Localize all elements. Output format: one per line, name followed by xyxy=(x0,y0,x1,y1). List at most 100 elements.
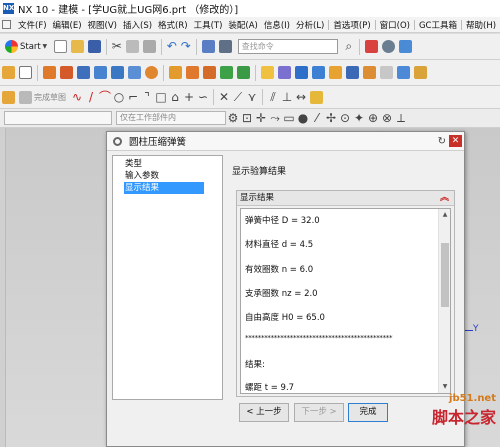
geometric-constraint-icon[interactable]: ⊥ xyxy=(280,90,294,104)
line-icon[interactable]: / xyxy=(84,90,98,104)
arc-icon[interactable]: ⌒ xyxy=(98,90,112,104)
draft-icon[interactable] xyxy=(278,66,291,79)
intersection-icon[interactable]: ✦ xyxy=(352,111,366,125)
selection-filter-icon[interactable] xyxy=(364,40,378,53)
offset-curve-icon[interactable]: ⫽ xyxy=(266,90,280,104)
reset-icon[interactable]: ↻ xyxy=(438,136,446,147)
layer-icon[interactable] xyxy=(201,40,215,53)
search-icon[interactable]: ⌕ xyxy=(342,40,356,53)
measure-icon[interactable] xyxy=(380,66,393,79)
fillet-icon[interactable]: ⌐ xyxy=(126,90,140,104)
mid-point-icon[interactable]: ✢ xyxy=(324,111,338,125)
cone-icon[interactable] xyxy=(128,66,141,79)
cut-icon[interactable]: ✂ xyxy=(110,40,124,53)
boolean-icon[interactable] xyxy=(186,66,199,79)
view-orientation-icon[interactable] xyxy=(398,40,412,53)
open-folder-icon[interactable] xyxy=(70,40,84,53)
tangent-icon[interactable]: ⟂ xyxy=(394,111,408,125)
menu-insert[interactable]: 插入(S) xyxy=(120,19,155,31)
sketch-task-icon[interactable] xyxy=(2,90,15,104)
copy-icon[interactable] xyxy=(125,40,139,53)
more-features-icon[interactable] xyxy=(414,66,427,79)
extrude-icon[interactable] xyxy=(43,66,56,79)
mirror-icon[interactable] xyxy=(363,66,376,79)
hole-icon[interactable] xyxy=(77,66,90,79)
new-file-icon[interactable] xyxy=(53,40,67,53)
profile-icon[interactable]: ∿ xyxy=(70,90,84,104)
rectangle-icon[interactable]: □ xyxy=(154,90,168,104)
command-finder-icon[interactable] xyxy=(218,40,232,53)
search-input[interactable]: 查找命令 xyxy=(237,39,338,54)
revolve-icon[interactable] xyxy=(60,66,73,79)
finish-sketch-icon[interactable] xyxy=(19,90,32,104)
tree-item-show-results[interactable]: 显示结果 xyxy=(124,182,204,194)
menu-window[interactable]: 窗口(O) xyxy=(377,19,413,31)
menu-help[interactable]: 帮助(H) xyxy=(463,19,499,31)
tree-item-type[interactable]: 类型 xyxy=(113,158,222,170)
start-button[interactable]: Start ▼ xyxy=(0,40,52,53)
sketch-icon[interactable] xyxy=(2,66,15,79)
scroll-down-icon[interactable]: ▼ xyxy=(439,381,450,393)
scroll-up-icon[interactable]: ▲ xyxy=(439,209,450,221)
results-scrollbar[interactable]: ▲ ▼ xyxy=(438,209,450,393)
unite-icon[interactable] xyxy=(203,66,216,79)
cylinder-icon[interactable] xyxy=(111,66,124,79)
make-corner-icon[interactable]: ⋎ xyxy=(245,90,259,104)
polygon-icon[interactable]: ⌂ xyxy=(168,90,182,104)
menu-information[interactable]: 信息(I) xyxy=(261,19,293,31)
select-filter-icon[interactable]: ⊡ xyxy=(240,111,254,125)
results-textarea[interactable]: 弹簧中径 D = 32.0 材料直径 d = 4.5 有效圈数 n = 6.0 … xyxy=(240,208,451,394)
pattern-icon[interactable] xyxy=(169,66,182,79)
finish-button[interactable]: 完成 xyxy=(348,403,388,422)
face-rule-icon[interactable]: ▭ xyxy=(282,111,296,125)
menu-tools[interactable]: 工具(T) xyxy=(191,19,226,31)
dialog-title-bar[interactable]: 圆柱压缩弹簧 ↻ ✕ xyxy=(107,132,464,151)
chamfer-icon[interactable] xyxy=(237,66,250,79)
chamfer-sketch-icon[interactable]: ⌝ xyxy=(140,90,154,104)
close-button[interactable]: ✕ xyxy=(449,135,462,147)
curve-rule-icon[interactable]: ⤳ xyxy=(268,111,282,125)
chevron-up-icon[interactable]: ︽ xyxy=(440,191,449,206)
scope-filter-select[interactable]: 仅在工作部件内 xyxy=(116,111,226,125)
menu-format[interactable]: 格式(R) xyxy=(155,19,191,31)
save-icon[interactable] xyxy=(87,40,101,53)
circle-icon[interactable]: ○ xyxy=(112,90,126,104)
results-group-header[interactable]: 显示结果 ︽ xyxy=(237,191,454,206)
resource-bar[interactable] xyxy=(0,128,6,447)
menu-analysis[interactable]: 分析(L) xyxy=(293,19,327,31)
type-filter-select[interactable] xyxy=(4,111,112,125)
menu-file[interactable]: 文件(F) xyxy=(15,19,50,31)
arc-center-icon[interactable]: ⊕ xyxy=(366,111,380,125)
offset-face-icon[interactable] xyxy=(329,66,342,79)
snap-settings-icon[interactable]: ⚙ xyxy=(226,111,240,125)
quick-extend-icon[interactable]: ⟋ xyxy=(231,90,245,104)
section-icon[interactable] xyxy=(397,66,410,79)
datum-plane-icon[interactable] xyxy=(19,66,32,79)
render-style-icon[interactable] xyxy=(381,40,395,53)
point-icon[interactable]: + xyxy=(182,90,196,104)
window-menu-icon[interactable] xyxy=(2,20,11,29)
quadrant-icon[interactable]: ⊗ xyxy=(380,111,394,125)
trim-body-icon[interactable] xyxy=(295,66,308,79)
paste-icon[interactable] xyxy=(142,40,156,53)
control-point-icon[interactable]: ⊙ xyxy=(338,111,352,125)
inferred-dimension-icon[interactable] xyxy=(310,90,323,104)
menu-gc-toolbox[interactable]: GC工具箱 xyxy=(416,19,460,31)
redo-icon[interactable]: ↷ xyxy=(179,40,193,53)
block-icon[interactable] xyxy=(94,66,107,79)
quick-trim-icon[interactable]: ✕ xyxy=(217,90,231,104)
shell-icon[interactable] xyxy=(261,66,274,79)
back-button[interactable]: < 上一步 xyxy=(239,403,289,422)
menu-view[interactable]: 视图(V) xyxy=(85,19,120,31)
menu-preferences[interactable]: 首选项(P) xyxy=(330,19,373,31)
sphere-icon[interactable] xyxy=(145,66,158,79)
tree-item-input-params[interactable]: 输入参数 xyxy=(113,170,222,182)
thicken-icon[interactable] xyxy=(346,66,359,79)
body-select-icon[interactable]: ● xyxy=(296,111,310,125)
menu-assembly[interactable]: 装配(A) xyxy=(225,19,260,31)
end-point-icon[interactable]: ⁄ xyxy=(310,111,324,125)
dimension-icon[interactable]: ↔ xyxy=(294,90,308,104)
point-snap-icon[interactable]: ✛ xyxy=(254,111,268,125)
menu-edit[interactable]: 编辑(E) xyxy=(50,19,85,31)
studio-spline-icon[interactable]: ∽ xyxy=(196,90,210,104)
